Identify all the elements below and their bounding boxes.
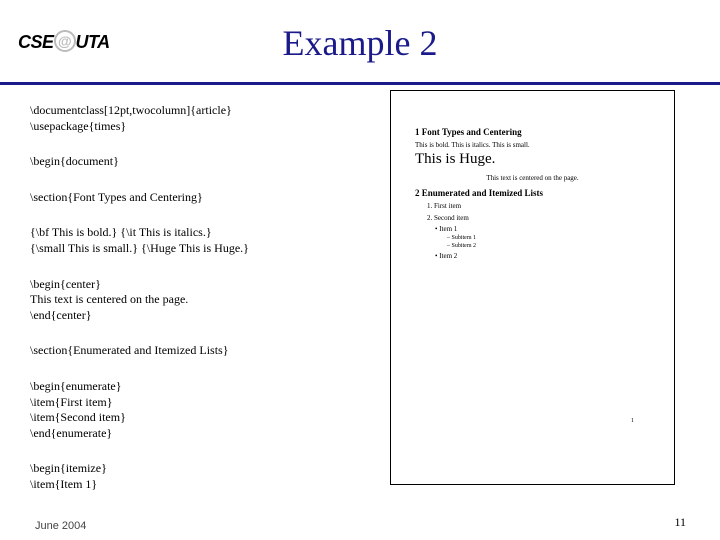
code-line: \begin{center}: [30, 277, 340, 293]
content-area: \documentclass[12pt,twocolumn]{article} …: [0, 85, 720, 540]
preview-section-2: 2 Enumerated and Itemized Lists: [415, 188, 650, 198]
code-line: \item{Item 1}: [30, 477, 340, 493]
logo-left: CSE: [18, 32, 54, 52]
code-line: \item{Second item}: [30, 410, 340, 426]
code-line: \begin{enumerate}: [30, 379, 340, 395]
preview-sub-1: – Subitem 1: [447, 235, 650, 241]
latex-source: \documentclass[12pt,twocolumn]{article} …: [30, 103, 340, 493]
preview-item-1: • Item 1: [435, 225, 650, 233]
preview-huge: This is Huge.: [415, 151, 650, 168]
code-line: {\small This is small.} {\Huge This is H…: [30, 241, 340, 257]
code-line: \begin{document}: [30, 154, 340, 170]
footer-date: June 2004: [35, 520, 86, 532]
preview-sub-2: – Subitem 2: [447, 243, 650, 249]
code-line: \section{Enumerated and Itemized Lists}: [30, 343, 340, 359]
slide-header: CSE@UTA Example 2: [0, 0, 720, 85]
preview-centered: This text is centered on the page.: [415, 174, 650, 182]
code-line: This text is centered on the page.: [30, 292, 340, 308]
code-line: \usepackage{times}: [30, 119, 340, 135]
code-line: {\bf This is bold.} {\it This is italics…: [30, 225, 340, 241]
at-icon: @: [54, 30, 76, 52]
preview-enum-1: 1. First item: [427, 202, 650, 210]
code-line: \end{enumerate}: [30, 426, 340, 442]
logo: CSE@UTA: [18, 32, 110, 54]
logo-right: UTA: [76, 32, 110, 52]
preview-col2: 1: [631, 418, 634, 424]
footer-page-number: 11: [674, 515, 686, 530]
code-line: \item{First item}: [30, 395, 340, 411]
preview-bold-line: This is bold. This is italics. This is s…: [415, 141, 650, 149]
preview-section-1: 1 Font Types and Centering: [415, 127, 650, 137]
preview-item-2: • Item 2: [435, 252, 650, 260]
preview-enum-2: 2. Second item: [427, 214, 650, 222]
code-line: \documentclass[12pt,twocolumn]{article}: [30, 103, 340, 119]
code-line: \begin{itemize}: [30, 461, 340, 477]
code-line: \end{center}: [30, 308, 340, 324]
output-preview: 1 Font Types and Centering This is bold.…: [390, 90, 675, 485]
code-line: \section{Font Types and Centering}: [30, 190, 340, 206]
